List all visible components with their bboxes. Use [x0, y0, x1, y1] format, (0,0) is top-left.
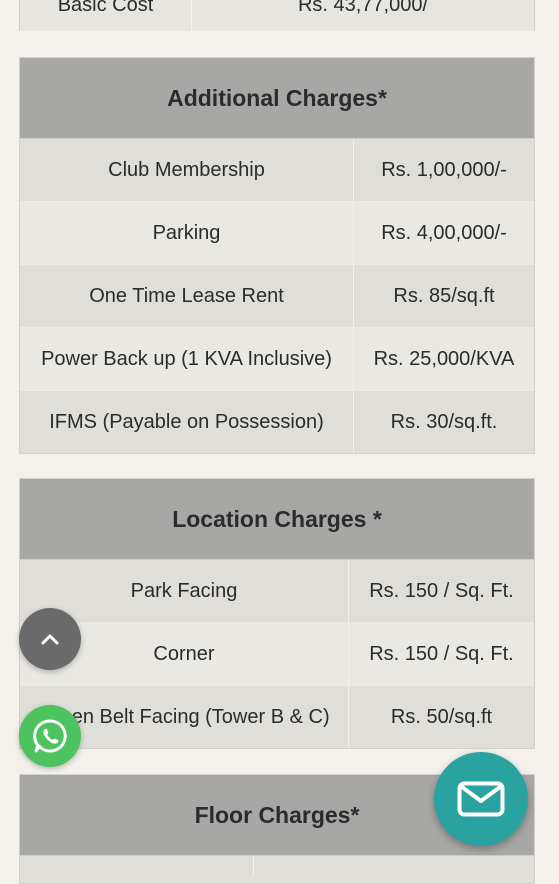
charge-name: One Time Lease Rent: [20, 265, 354, 327]
table-row: One Time Lease Rent Rs. 85/sq.ft: [20, 265, 534, 328]
location-charges-table: Location Charges * Park Facing Rs. 150 /…: [19, 478, 535, 749]
charge-name: IFMS (Payable on Possession): [20, 391, 354, 453]
charge-name: Parking: [20, 202, 354, 264]
charge-value: Rs. 50/sq.ft: [390, 705, 493, 728]
basic-cost-label: Basic Cost: [20, 0, 192, 31]
charge-name: [20, 856, 254, 876]
charge-value: Rs. 85/sq.ft: [393, 284, 495, 307]
table-row: IFMS (Payable on Possession) Rs. 30/sq.f…: [20, 391, 534, 453]
whatsapp-icon: [33, 719, 67, 753]
additional-charges-table: Additional Charges* Club Membership Rs. …: [19, 57, 535, 454]
scroll-top-button[interactable]: [19, 608, 81, 670]
table-row: Club Membership Rs. 1,00,000/-: [20, 139, 534, 202]
charge-value: Rs. 25,000/KVA: [373, 347, 515, 370]
charge-value: Rs. 150 / Sq. Ft.: [369, 642, 514, 665]
charge-name: Park Facing: [20, 560, 349, 622]
table-row: Park Facing Rs. 150 / Sq. Ft.: [20, 560, 534, 623]
basic-cost-table: Basic Cost Rs. 43,77,000/: [19, 0, 535, 31]
mail-button[interactable]: [434, 752, 528, 846]
location-charges-title: Location Charges *: [20, 479, 534, 560]
whatsapp-button[interactable]: [19, 705, 81, 767]
charge-name: Power Back up (1 KVA Inclusive): [20, 328, 354, 390]
table-row: Parking Rs. 4,00,000/-: [20, 202, 534, 265]
charge-value: Rs. 150 / Sq. Ft.: [369, 579, 514, 602]
charge-value: Rs. 4,00,000/-: [381, 221, 507, 244]
charge-value: Rs. 1,00,000/-: [381, 158, 507, 181]
mail-icon: [457, 781, 505, 817]
additional-charges-title: Additional Charges*: [20, 58, 534, 139]
chevron-up-icon: [41, 634, 59, 645]
table-row: Basic Cost Rs. 43,77,000/: [20, 0, 534, 31]
basic-cost-value: Rs. 43,77,000/: [297, 0, 429, 16]
charge-value: [254, 856, 534, 876]
charge-name: Club Membership: [20, 139, 354, 201]
charge-value: Rs. 30/sq.ft.: [390, 410, 498, 433]
table-row: Power Back up (1 KVA Inclusive) Rs. 25,0…: [20, 328, 534, 391]
table-row: Corner Rs. 150 / Sq. Ft.: [20, 623, 534, 686]
table-row: Green Belt Facing (Tower B & C) Rs. 50/s…: [20, 686, 534, 748]
table-row: [20, 856, 534, 876]
